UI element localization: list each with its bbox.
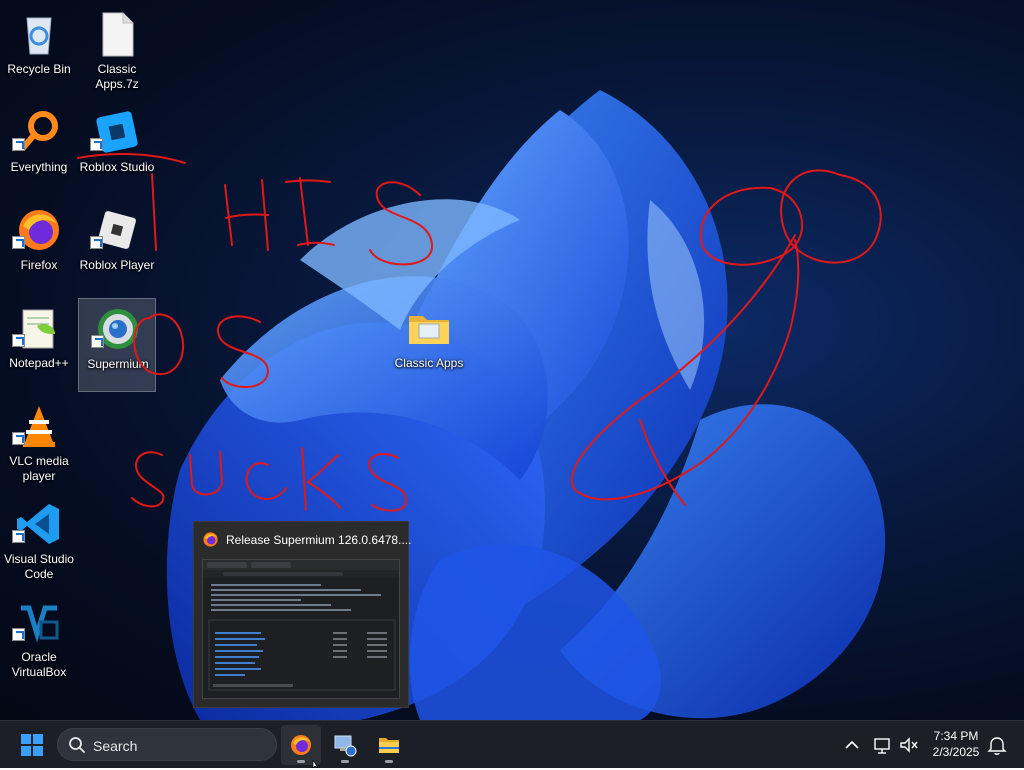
network-status-icon	[874, 738, 890, 754]
taskbar-search-box[interactable]: Search	[57, 728, 277, 761]
recycle-bin-icon	[26, 17, 52, 55]
chevron-up-icon	[845, 740, 859, 749]
running-indicator	[385, 760, 393, 763]
desktop-icon-label: Everything	[10, 160, 68, 174]
folder-icon	[379, 738, 399, 753]
shortcut-arrow-icon	[91, 335, 104, 348]
search-placeholder: Search	[93, 738, 138, 754]
firefox-icon	[203, 532, 218, 547]
desktop-icon-label: Roblox Player	[79, 258, 155, 272]
desktop-icon-label: Visual Studio Code	[4, 552, 74, 581]
running-indicator	[297, 760, 305, 763]
shortcut-arrow-icon	[12, 334, 25, 347]
preview-page-graphic	[203, 560, 399, 691]
tray-network-button[interactable]	[872, 733, 894, 757]
desktop-icon-firefox[interactable]: Firefox	[0, 200, 78, 294]
desktop-icon-virtualbox[interactable]: Oracle VirtualBox	[0, 592, 78, 686]
desktop-icon-classic-apps-folder[interactable]: Classic Apps	[390, 298, 468, 392]
desktop-icon-label: VLC media player	[9, 454, 69, 483]
desktop-icon-label: Notepad++	[9, 356, 69, 370]
desktop-icon-label: Oracle VirtualBox	[11, 650, 67, 679]
windows-start-icon	[21, 734, 43, 756]
taskbar: Search 7:34 PM 2/3/2025	[0, 720, 1024, 768]
desktop-icon-supermium[interactable]: Supermium	[78, 298, 156, 392]
taskbar-network-app-button[interactable]	[325, 725, 365, 765]
desktop-icon-vlc[interactable]: VLC media player	[0, 396, 78, 490]
clock-date: 2/3/2025	[932, 745, 980, 759]
desktop-icon-classic-apps-7z[interactable]: Classic Apps.7z	[78, 4, 156, 98]
taskbar-firefox-button[interactable]	[281, 725, 321, 765]
network-computer-icon	[334, 735, 357, 757]
desktop-icon-label: Classic Apps	[394, 356, 464, 370]
desktop-icon-notepad-plus-plus[interactable]: Notepad++	[0, 298, 78, 392]
shortcut-arrow-icon	[90, 138, 103, 151]
shortcut-arrow-icon	[12, 432, 25, 445]
desktop-icon-label: Roblox Studio	[79, 160, 155, 174]
firefox-icon	[291, 735, 311, 755]
show-hidden-icons-button[interactable]	[840, 733, 864, 757]
desktop-icon-label: Classic Apps.7z	[95, 62, 139, 91]
clock-time: 7:34 PM	[933, 729, 979, 743]
search-icon	[69, 737, 85, 753]
start-button[interactable]	[12, 725, 52, 765]
shortcut-arrow-icon	[90, 236, 103, 249]
taskbar-clock[interactable]: 7:34 PM 2/3/2025	[916, 728, 996, 760]
archive-file-icon	[102, 12, 134, 57]
folder-icon	[409, 316, 449, 344]
desktop-icon-roblox-studio[interactable]: Roblox Studio	[78, 102, 156, 196]
shortcut-arrow-icon	[12, 236, 25, 249]
desktop-icon-label: Recycle Bin	[7, 62, 71, 76]
running-indicator	[341, 760, 349, 763]
taskbar-file-explorer-button[interactable]	[369, 725, 409, 765]
shortcut-arrow-icon	[12, 138, 25, 151]
taskbar-thumbnail-preview[interactable]: Release Supermium 126.0.6478....	[193, 521, 412, 708]
preview-window-title: Release Supermium 126.0.6478....	[226, 533, 412, 547]
desktop-icon-everything[interactable]: Everything	[0, 102, 78, 196]
desktop[interactable]: Recycle Bin Classic Apps.7z Everything R…	[0, 0, 1024, 720]
bell-icon	[987, 737, 1007, 755]
desktop-icon-label: Supermium	[87, 357, 149, 371]
mouse-pointer-icon	[312, 760, 319, 768]
desktop-icon-roblox-player[interactable]: Roblox Player	[78, 200, 156, 294]
desktop-icon-label: Firefox	[20, 258, 58, 272]
desktop-icon-vscode[interactable]: Visual Studio Code	[0, 494, 78, 588]
shortcut-arrow-icon	[12, 530, 25, 543]
shortcut-arrow-icon	[12, 628, 25, 641]
notification-center-button[interactable]	[986, 733, 1008, 757]
preview-thumbnail-image[interactable]	[202, 559, 400, 699]
desktop-icon-recycle-bin[interactable]: Recycle Bin	[0, 4, 78, 98]
